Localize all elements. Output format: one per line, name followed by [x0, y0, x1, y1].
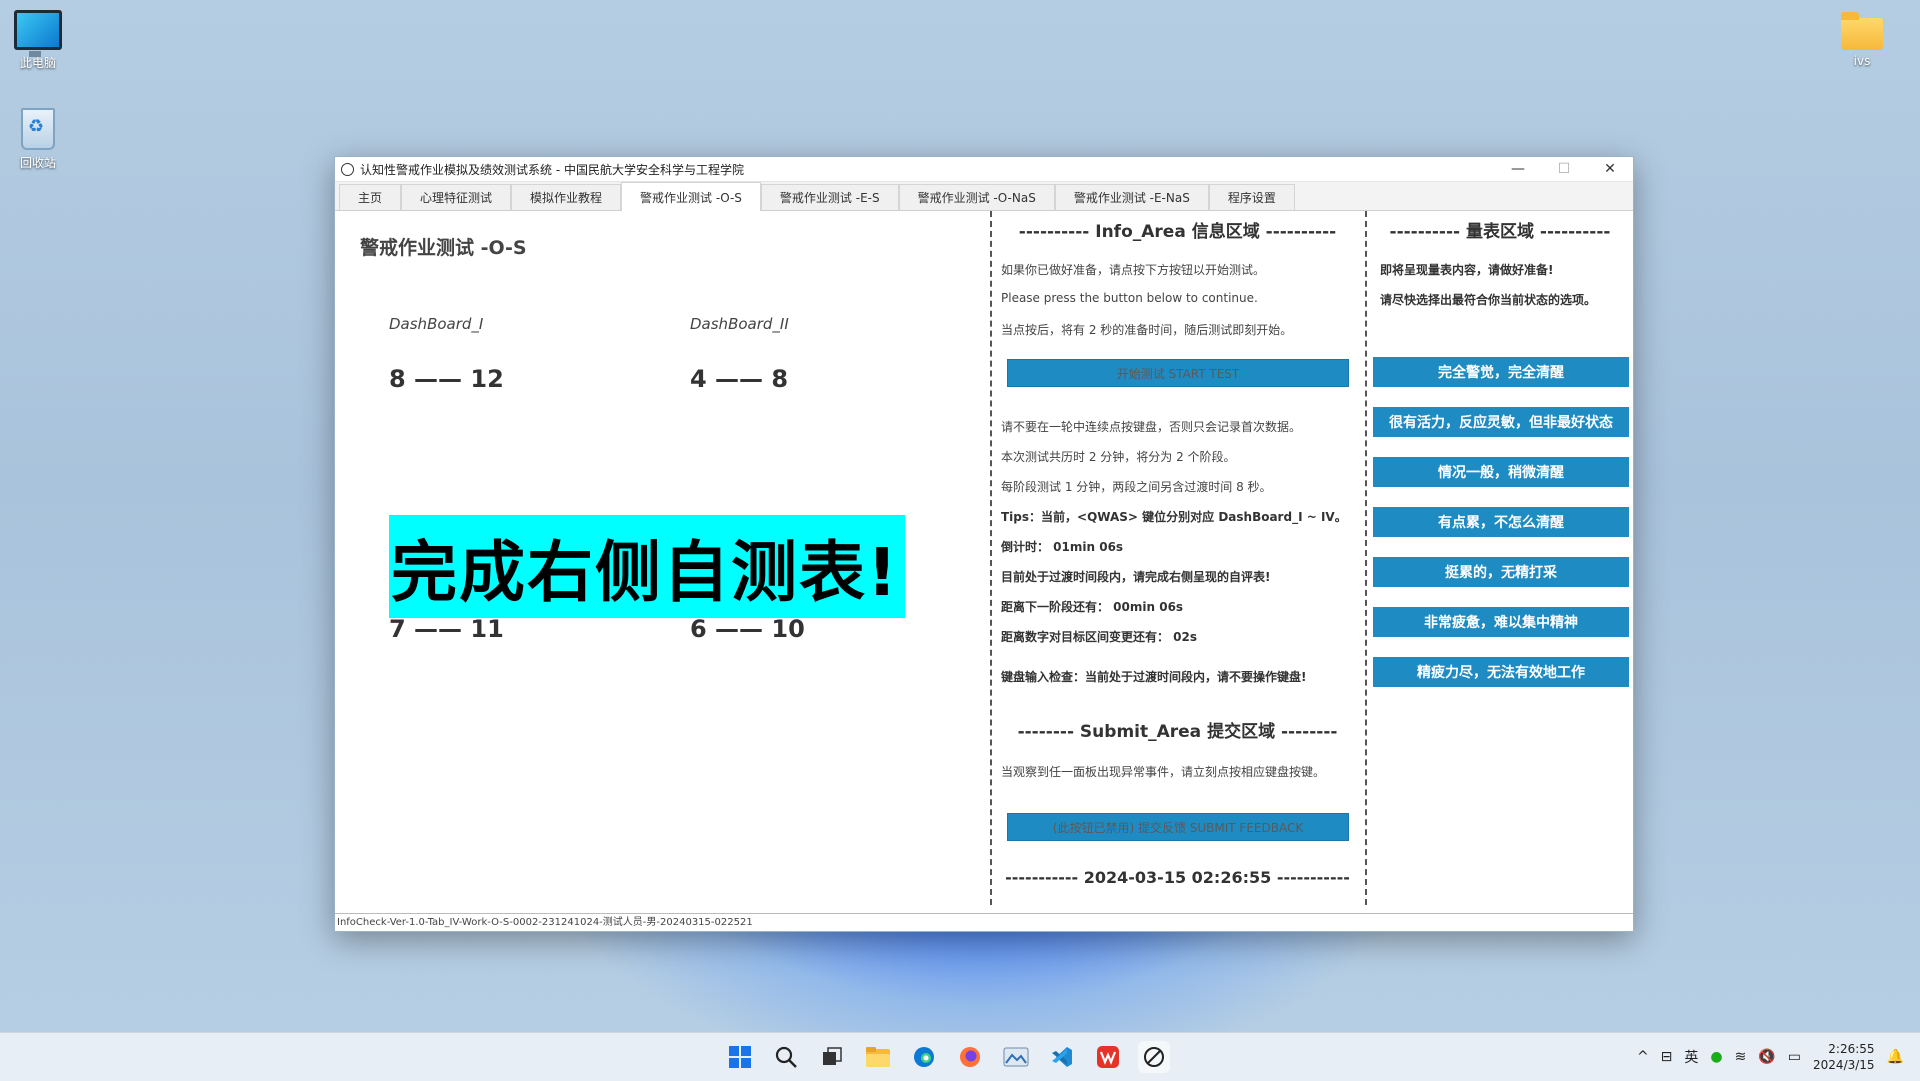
folder-icon — [1841, 12, 1883, 50]
info-note-line: 请不要在一轮中连续点按键盘，否则只会记录首次数据。 — [1001, 420, 1302, 434]
transition-text: 目前处于过渡时间段内，请完成右侧呈现的自评表! — [1001, 570, 1271, 584]
dashboard-1-range: 8 —— 12 — [389, 365, 504, 393]
page-title: 警戒作业测试 -O-S — [360, 237, 527, 259]
keyboard-check-text: 键盘输入检查：当前处于过渡时间段内，请不要操作键盘! — [1001, 670, 1307, 684]
tab-home[interactable]: 主页 — [339, 184, 402, 210]
info-intro-line: 当点按后，将有 2 秒的准备时间，随后测试即刻开始。 — [1001, 323, 1293, 337]
tab-e-s[interactable]: 警戒作业测试 -E-S — [760, 184, 899, 210]
tab-e-nas[interactable]: 警戒作业测试 -E-NaS — [1054, 184, 1209, 210]
wifi-icon[interactable]: ≋ — [1735, 1049, 1747, 1065]
scale-option-6[interactable]: 非常疲惫，难以集中精神 — [1373, 607, 1629, 637]
volume-mute-icon[interactable]: 🔇 — [1758, 1049, 1775, 1065]
desktop-icon-recycle-bin[interactable]: 回收站 — [0, 108, 78, 171]
datetime-display: ----------- 2024-03-15 02:26:55 --------… — [1005, 868, 1350, 887]
dashboard-2-range: 4 —— 8 — [690, 365, 789, 393]
dashboard-1-label: DashBoard_I — [389, 315, 484, 333]
recycle-bin-icon — [21, 108, 55, 150]
taskbar: ^ ⊟ 英 ● ≋ 🔇 ▭ 2:26:55 2024/3/15 🔔 — [0, 1032, 1920, 1081]
tab-o-s[interactable]: 警戒作业测试 -O-S — [621, 182, 761, 211]
dashboard-panel: 警戒作业测试 -O-S DashBoard_I DashBoard_II 8 —… — [335, 211, 990, 905]
submit-hint: 当观察到任一面板出现异常事件，请立刻点按相应键盘按键。 — [1001, 765, 1326, 779]
info-note-line: 每阶段测试 1 分钟，两段之间另含过渡时间 8 秒。 — [1001, 480, 1272, 494]
scale-intro-line: 请尽快选择出最符合你当前状态的选项。 — [1380, 293, 1597, 307]
desktop-icon-label: ivs — [1853, 54, 1871, 68]
windows-icon[interactable] — [724, 1041, 756, 1073]
title-bar[interactable]: 认知性警戒作业模拟及绩效测试系统 - 中国民航大学安全科学与工程学院 — ☐ ✕ — [335, 157, 1633, 182]
firefox-icon[interactable] — [954, 1041, 986, 1073]
wps-icon[interactable] — [1092, 1041, 1124, 1073]
app-window: 认知性警戒作业模拟及绩效测试系统 - 中国民航大学安全科学与工程学院 — ☐ ✕… — [334, 156, 1634, 932]
task-view-icon[interactable] — [816, 1041, 848, 1073]
maximize-button[interactable]: ☐ — [1541, 157, 1587, 181]
computer-icon — [14, 10, 62, 57]
minimize-button[interactable]: — — [1495, 157, 1541, 181]
system-tray: ^ ⊟ 英 ● ≋ 🔇 ▭ 2:26:55 2024/3/15 🔔 — [1637, 1033, 1904, 1081]
app-icon[interactable] — [1138, 1041, 1170, 1073]
notification-bell-icon[interactable]: 🔔 — [1887, 1049, 1904, 1065]
tab-tutorial[interactable]: 模拟作业教程 — [511, 184, 622, 210]
banner-text: 完成右侧自测表! — [391, 533, 900, 611]
scale-option-5[interactable]: 挺累的，无精打采 — [1373, 557, 1629, 587]
taskbar-apps — [724, 1041, 1170, 1073]
scale-area: ---------- 量表区域 ---------- 即将呈现量表内容，请做好准… — [1367, 211, 1633, 905]
wechat-icon[interactable]: ● — [1710, 1049, 1722, 1065]
clock[interactable]: 2:26:55 2024/3/15 — [1813, 1041, 1875, 1073]
info-intro-line: 如果你已做好准备，请点按下方按钮以开始测试。 — [1001, 263, 1266, 277]
tab-content: 警戒作业测试 -O-S DashBoard_I DashBoard_II 8 —… — [335, 211, 1633, 905]
info-note-line: 本次测试共历时 2 分钟，将分为 2 个阶段。 — [1001, 450, 1236, 464]
start-test-button[interactable]: 开始测试 START TEST — [1007, 359, 1349, 387]
window-title: 认知性警戒作业模拟及绩效测试系统 - 中国民航大学安全科学与工程学院 — [360, 162, 744, 177]
desktop-icon-this-pc[interactable]: 此电脑 — [0, 10, 78, 71]
battery-icon[interactable]: ▭ — [1788, 1049, 1801, 1065]
next-stage-text: 距离下一阶段还有： 00min 06s — [1001, 600, 1184, 614]
self-report-banner: 完成右侧自测表! — [389, 515, 905, 618]
edge-icon[interactable] — [908, 1041, 940, 1073]
submit-feedback-button[interactable]: (此按钮已禁用) 提交反馈 SUBMIT FEEDBACK — [1007, 813, 1349, 841]
scale-option-4[interactable]: 有点累，不怎么清醒 — [1373, 507, 1629, 537]
desktop-icon-ivs-folder[interactable]: ivs — [1822, 12, 1902, 68]
app-icon — [341, 162, 354, 176]
desktop-icon-label: 回收站 — [19, 156, 56, 170]
scale-header: ---------- 量表区域 ---------- — [1389, 222, 1611, 242]
interval-change-text: 距离数字对目标区间变更还有： 02s — [1001, 630, 1198, 644]
search-icon[interactable] — [770, 1041, 802, 1073]
tips-text: Tips：当前，<QWAS> 键位分别对应 DashBoard_I ~ IV。 — [1001, 510, 1347, 524]
status-bar: InfoCheck-Ver-1.0-Tab_IV-Work-O-S-0002-2… — [335, 913, 1633, 931]
tab-psych-test[interactable]: 心理特征测试 — [401, 184, 512, 210]
input-method-icon[interactable]: ⊟ — [1661, 1049, 1673, 1065]
scale-option-1[interactable]: 完全警觉，完全清醒 — [1373, 357, 1629, 387]
scale-intro-line: 即将呈现量表内容，请做好准备! — [1380, 263, 1554, 277]
dashboard-3-range: 7 —— 11 — [389, 615, 504, 643]
scale-option-3[interactable]: 情况一般，稍微清醒 — [1373, 457, 1629, 487]
photos-icon[interactable] — [1000, 1041, 1032, 1073]
clock-date: 2024/3/15 — [1813, 1058, 1875, 1072]
countdown-text: 倒计时： 01min 06s — [1001, 540, 1124, 554]
scale-option-7[interactable]: 精疲力尽，无法有效地工作 — [1373, 657, 1629, 687]
clock-time: 2:26:55 — [1828, 1042, 1875, 1056]
scale-option-2[interactable]: 很有活力，反应灵敏，但非最好状态 — [1373, 407, 1629, 437]
info-header: ---------- Info_Area 信息区域 ---------- — [1018, 222, 1337, 242]
language-indicator[interactable]: 英 — [1684, 1047, 1698, 1067]
dashboard-4-range: 6 —— 10 — [690, 615, 805, 643]
tab-settings[interactable]: 程序设置 — [1208, 184, 1295, 210]
vscode-icon[interactable] — [1046, 1041, 1078, 1073]
dashboard-2-label: DashBoard_II — [690, 315, 789, 333]
info-area: ---------- Info_Area 信息区域 ---------- 如果你… — [991, 211, 1364, 905]
tray-chevron-icon[interactable]: ^ — [1637, 1049, 1649, 1065]
close-button[interactable]: ✕ — [1587, 157, 1633, 181]
tab-bar: 主页 心理特征测试 模拟作业教程 警戒作业测试 -O-S 警戒作业测试 -E-S… — [335, 182, 1633, 211]
file-explorer-icon[interactable] — [862, 1041, 894, 1073]
tab-o-nas[interactable]: 警戒作业测试 -O-NaS — [898, 184, 1055, 210]
submit-header: -------- Submit_Area 提交区域 -------- — [1017, 722, 1338, 742]
info-intro-line: Please press the button below to continu… — [1001, 291, 1258, 305]
